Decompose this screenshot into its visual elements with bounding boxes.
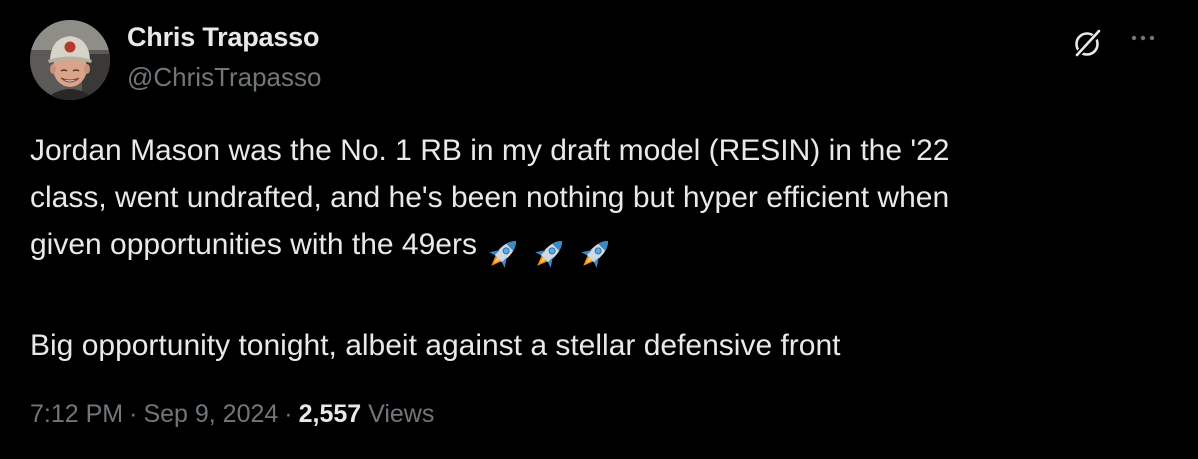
meta-separator: · — [129, 400, 138, 428]
avatar-image — [30, 20, 110, 100]
rocket-icon — [581, 241, 608, 268]
tweet-text-line: Jordan Mason was the No. 1 RB in my draf… — [30, 134, 950, 167]
views-count: 2,557 — [298, 400, 362, 428]
meta-separator: · — [284, 400, 293, 428]
paragraph-break — [30, 275, 1170, 322]
author-name[interactable]: Chris Trapasso — [127, 22, 319, 53]
author-handle[interactable]: @ChrisTrapasso — [127, 62, 321, 93]
more-icon[interactable] — [1125, 25, 1161, 61]
more-icon-graphic — [1131, 35, 1155, 41]
tweet-card: Chris Trapasso @ChrisTrapasso Jordan Mas… — [0, 0, 1198, 459]
tweet-meta: 7:12 PM · Sep 9, 2024 · 2,557 Views — [30, 400, 434, 429]
tweet-text-segment: given opportunities with the 49ers — [30, 228, 477, 261]
avatar[interactable] — [30, 20, 110, 100]
rocket-icon — [535, 241, 562, 268]
tweet-date[interactable]: Sep 9, 2024 — [143, 400, 278, 428]
tweet-time[interactable]: 7:12 PM — [30, 400, 123, 428]
rocket-icon — [489, 241, 516, 268]
tweet-text-line: given opportunities with the 49ers — [30, 221, 1170, 275]
tweet-text-line: class, went undrafted, and he's been not… — [30, 181, 950, 214]
views-label: Views — [368, 400, 435, 428]
grok-icon[interactable] — [1069, 25, 1105, 61]
tweet-text: Jordan Mason was the No. 1 RB in my draf… — [30, 127, 1170, 369]
tweet-text-line: Big opportunity tonight, albeit against … — [30, 329, 841, 362]
grok-icon-graphic — [1073, 29, 1103, 59]
rocket-emoji-group — [483, 228, 621, 275]
